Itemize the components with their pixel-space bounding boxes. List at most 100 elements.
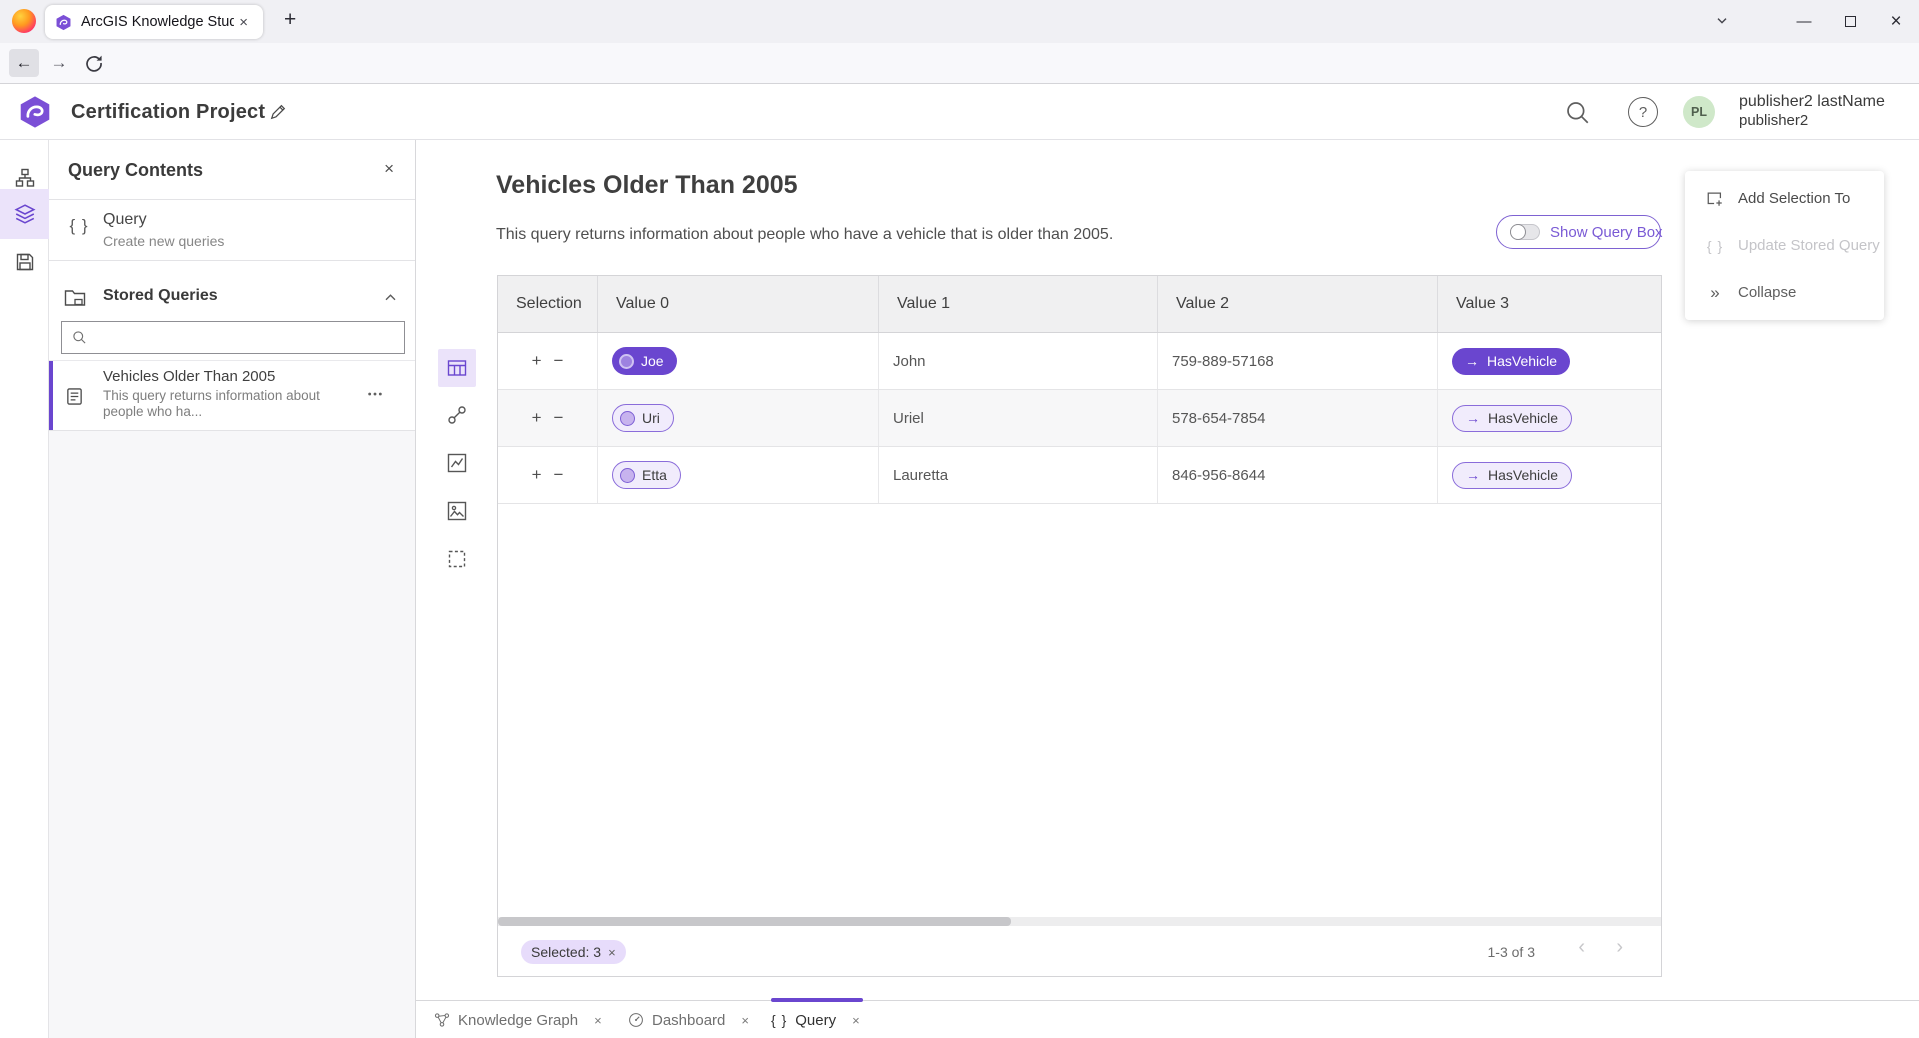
stored-queries-list-background	[49, 431, 415, 1038]
column-header[interactable]: Value 1	[879, 276, 1158, 332]
add-selection-button[interactable]: +	[532, 351, 542, 371]
chevron-up-icon[interactable]	[383, 290, 398, 305]
window-maximize-button[interactable]	[1827, 0, 1873, 43]
tab-close-icon[interactable]: ×	[852, 1013, 860, 1028]
tab-knowledge-graph[interactable]: Knowledge Graph ×	[434, 1001, 602, 1038]
select-button[interactable]	[438, 540, 476, 578]
remove-selection-button[interactable]: −	[554, 408, 564, 428]
item-options-icon[interactable]	[367, 391, 383, 397]
entity-pill[interactable]: Uri	[612, 404, 674, 432]
results-table: Selection Value 0 Value 1 Value 2 Value …	[497, 275, 1662, 977]
stored-queries-search[interactable]	[61, 321, 405, 354]
menu-item-collapse[interactable]: » Collapse	[1685, 269, 1884, 316]
window-controls: — ×	[1781, 0, 1919, 43]
app-header: Certification Project ? PL publisher2 la…	[0, 84, 1919, 140]
window-close-button[interactable]: ×	[1873, 0, 1919, 43]
arcgis-favicon-icon	[55, 14, 72, 31]
menu-item-label: Add Selection To	[1738, 190, 1850, 207]
help-icon[interactable]: ?	[1628, 97, 1658, 127]
stored-query-description: This query returns information about peo…	[103, 388, 358, 420]
table-view-button[interactable]	[438, 349, 476, 387]
braces-icon: { }	[1705, 238, 1725, 254]
save-icon	[15, 252, 35, 272]
remove-selection-button[interactable]: −	[554, 465, 564, 485]
firefox-icon[interactable]	[12, 9, 36, 33]
edit-title-pencil-icon[interactable]	[269, 103, 287, 121]
page-title: Certification Project	[71, 84, 265, 140]
tab-label: Knowledge Graph	[458, 1012, 578, 1029]
relationship-pill[interactable]: →HasVehicle	[1452, 405, 1572, 432]
list-all-tabs-icon[interactable]	[1714, 13, 1730, 29]
search-input[interactable]	[96, 330, 394, 346]
window-minimize-button[interactable]: —	[1781, 0, 1827, 43]
horizontal-scrollbar[interactable]	[498, 917, 1661, 926]
link-chart-button[interactable]	[438, 396, 476, 434]
tab-query[interactable]: { } Query ×	[771, 1001, 860, 1038]
relationship-pill[interactable]: →HasVehicle	[1452, 462, 1572, 489]
bottom-tab-bar: Knowledge Graph × Dashboard × { } Query …	[416, 1000, 1919, 1038]
add-selection-button[interactable]: +	[532, 408, 542, 428]
toggle-switch[interactable]	[1510, 224, 1540, 240]
user-name[interactable]: publisher2 lastName publisher2	[1739, 92, 1885, 130]
stored-query-doc-icon	[65, 387, 84, 406]
dashboard-icon	[628, 1012, 644, 1028]
menu-item-update-stored-query[interactable]: { } Update Stored Query	[1685, 222, 1884, 269]
add-selection-button[interactable]: +	[532, 465, 542, 485]
table-row[interactable]: +− Uri Uriel 578-654-7854 →HasVehicle	[498, 390, 1661, 447]
tab-title: ArcGIS Knowledge Studio	[81, 14, 234, 30]
stored-query-item[interactable]: Vehicles Older Than 2005 This query retu…	[49, 360, 415, 431]
column-header[interactable]: Value 0	[598, 276, 879, 332]
query-contents-panel: Query Contents × { } Query Create new qu…	[49, 140, 416, 1038]
link-chart-icon	[447, 405, 467, 425]
arrow-right-icon: →	[1466, 410, 1480, 426]
map-button[interactable]	[438, 492, 476, 530]
stored-queries-header[interactable]: Stored Queries	[49, 274, 415, 322]
entity-pill[interactable]: Joe	[612, 347, 677, 375]
forward-button[interactable]: →	[47, 49, 71, 77]
browser-window: ArcGIS Knowledge Studio × + — × ← →	[0, 0, 1919, 1038]
query-item-title: Query	[103, 211, 147, 229]
scrollbar-thumb[interactable]	[498, 917, 1011, 926]
entity-pill[interactable]: Etta	[612, 461, 681, 489]
cell-value: Lauretta	[879, 467, 948, 484]
show-query-box-toggle[interactable]: Show Query Box	[1496, 215, 1661, 249]
layers-icon	[14, 203, 36, 225]
table-row[interactable]: +− Etta Lauretta 846-956-8644 →HasVehicl…	[498, 447, 1661, 504]
selected-indicator	[49, 361, 53, 430]
table-options-menu: Add Selection To { } Update Stored Query…	[1685, 171, 1884, 320]
tab-dashboard[interactable]: Dashboard ×	[628, 1001, 749, 1038]
menu-item-add-selection-to[interactable]: Add Selection To	[1685, 175, 1884, 222]
entity-dot-icon	[620, 468, 635, 483]
map-icon	[447, 501, 467, 521]
sidebar-item-save[interactable]	[0, 237, 49, 287]
clear-selection-icon[interactable]: ×	[608, 945, 616, 960]
next-page-button[interactable]: ›	[1616, 936, 1623, 959]
new-tab-button[interactable]: +	[276, 8, 304, 32]
previous-page-button[interactable]: ‹	[1578, 936, 1585, 959]
relationship-pill[interactable]: →HasVehicle	[1452, 348, 1570, 375]
panel-close-icon[interactable]: ×	[379, 159, 399, 179]
column-header[interactable]: Value 3	[1438, 276, 1661, 332]
tab-close-icon[interactable]: ×	[594, 1013, 602, 1028]
tab-close-icon[interactable]: ×	[741, 1013, 749, 1028]
browser-tab[interactable]: ArcGIS Knowledge Studio ×	[45, 5, 263, 39]
column-header[interactable]: Selection	[498, 276, 598, 332]
selected-count-chip[interactable]: Selected: 3 ×	[521, 940, 626, 964]
cell-value: Uriel	[879, 410, 924, 427]
tab-close-icon[interactable]: ×	[234, 12, 253, 33]
sidebar-item-contents[interactable]	[0, 189, 49, 239]
column-header[interactable]: Value 2	[1158, 276, 1438, 332]
arrow-right-icon: →	[1465, 353, 1479, 369]
back-button[interactable]: ←	[9, 49, 39, 77]
search-icon[interactable]	[1565, 100, 1591, 126]
reload-button[interactable]	[84, 53, 104, 73]
tab-label: Query	[795, 1012, 836, 1029]
remove-selection-button[interactable]: −	[554, 351, 564, 371]
table-icon	[447, 358, 467, 378]
table-row[interactable]: +− Joe John 759-889-57168 →HasVehicle	[498, 333, 1661, 390]
query-item[interactable]: { } Query Create new queries	[49, 200, 415, 261]
avatar[interactable]: PL	[1683, 96, 1715, 128]
chart-button[interactable]	[438, 444, 476, 482]
query-result-title: Vehicles Older Than 2005	[496, 171, 798, 200]
braces-icon: { }	[64, 216, 94, 236]
